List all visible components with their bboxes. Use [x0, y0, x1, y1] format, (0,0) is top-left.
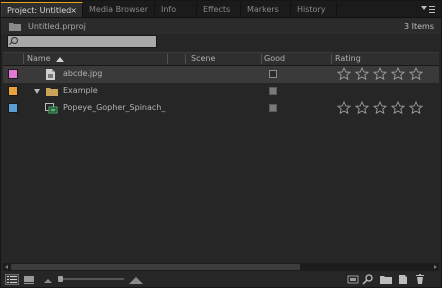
panel-menu-icon[interactable]: [421, 3, 435, 15]
tab-media-browser[interactable]: Media Browser: [83, 2, 155, 17]
project-info-row: Untitled.prproj 3 Items: [1, 18, 441, 34]
star-icon[interactable]: [390, 66, 406, 81]
star-icon[interactable]: [390, 100, 406, 115]
new-item-icon[interactable]: [397, 274, 409, 285]
column-header-rating[interactable]: Rating: [335, 54, 361, 63]
star-icon[interactable]: [336, 100, 352, 115]
panel-tab-bar: Project: Untitled × Media Browser Info E…: [1, 1, 441, 18]
tab-label: Effects: [203, 5, 231, 14]
table-header: Name Scene Good Rating: [3, 52, 439, 66]
column-header-scene[interactable]: Scene: [191, 54, 215, 63]
horizontal-scrollbar[interactable]: [3, 263, 439, 271]
close-tab-icon[interactable]: ×: [70, 3, 77, 18]
star-icon[interactable]: [372, 66, 388, 81]
expand-triangle-icon[interactable]: [34, 89, 40, 94]
project-file-name: Untitled.prproj: [28, 22, 86, 31]
zoom-slider-thumb[interactable]: [58, 276, 63, 282]
table-row[interactable]: Example: [3, 83, 439, 100]
column-header-good[interactable]: Good: [264, 54, 285, 63]
list-view-icon[interactable]: [5, 274, 19, 285]
label-color-swatch[interactable]: [8, 86, 18, 96]
item-name[interactable]: abcde.jpg: [63, 69, 102, 78]
find-icon[interactable]: [362, 274, 374, 285]
tab-info[interactable]: Info: [155, 2, 197, 17]
table-row[interactable]: Popeye_Gopher_Spinach_: [3, 100, 439, 117]
scroll-right-icon[interactable]: [434, 265, 437, 269]
star-icon[interactable]: [372, 100, 388, 115]
scroll-left-icon[interactable]: [5, 265, 8, 269]
search-icon: [11, 37, 18, 44]
zoom-slider[interactable]: [58, 276, 124, 282]
bin-folder-icon: [46, 88, 58, 96]
rating-stars[interactable]: [336, 66, 427, 82]
tab-project[interactable]: Project: Untitled ×: [1, 2, 83, 17]
item-name[interactable]: Example: [63, 86, 98, 95]
tab-effects[interactable]: Effects: [197, 2, 241, 17]
tab-label: Markers: [247, 5, 279, 14]
sort-ascending-icon[interactable]: [56, 57, 64, 62]
tab-label: Project: Untitled: [7, 6, 72, 15]
item-name[interactable]: Popeye_Gopher_Spinach_: [63, 103, 165, 112]
label-color-swatch[interactable]: [8, 103, 18, 113]
rating-stars[interactable]: [336, 100, 427, 116]
item-count: 3 Items: [403, 22, 434, 31]
tab-label: Info: [161, 5, 177, 14]
zoom-in-mountain-icon[interactable]: [128, 274, 144, 285]
icon-view-icon[interactable]: [23, 274, 35, 285]
star-icon[interactable]: [408, 100, 424, 115]
trash-icon[interactable]: [414, 274, 426, 285]
good-checkbox[interactable]: [269, 70, 277, 78]
star-icon[interactable]: [408, 66, 424, 81]
folder-icon: [9, 23, 21, 31]
label-color-swatch[interactable]: [8, 69, 18, 79]
bottom-toolbar: [1, 272, 441, 287]
automate-to-sequence-icon[interactable]: [347, 274, 359, 285]
tab-label: Media Browser: [89, 5, 148, 14]
project-items-table: Name Scene Good Rating abcde.jpg Example…: [3, 52, 439, 262]
star-icon[interactable]: [354, 100, 370, 115]
star-icon[interactable]: [354, 66, 370, 81]
column-header-name[interactable]: Name: [27, 54, 51, 63]
image-file-icon: [46, 69, 55, 80]
project-panel: Project: Untitled × Media Browser Info E…: [0, 0, 442, 288]
table-row[interactable]: abcde.jpg: [3, 66, 439, 83]
zoom-out-mountain-icon[interactable]: [43, 274, 53, 285]
search-input[interactable]: [7, 35, 157, 48]
good-checkbox[interactable]: [269, 104, 277, 112]
scrollbar-thumb[interactable]: [11, 264, 300, 270]
good-checkbox[interactable]: [269, 87, 277, 95]
tab-markers[interactable]: Markers: [241, 2, 291, 17]
new-bin-icon[interactable]: [380, 274, 392, 285]
sequence-icon: [45, 103, 58, 114]
tab-label: History: [297, 5, 326, 14]
star-icon[interactable]: [336, 66, 352, 81]
tab-history[interactable]: History: [291, 2, 337, 17]
